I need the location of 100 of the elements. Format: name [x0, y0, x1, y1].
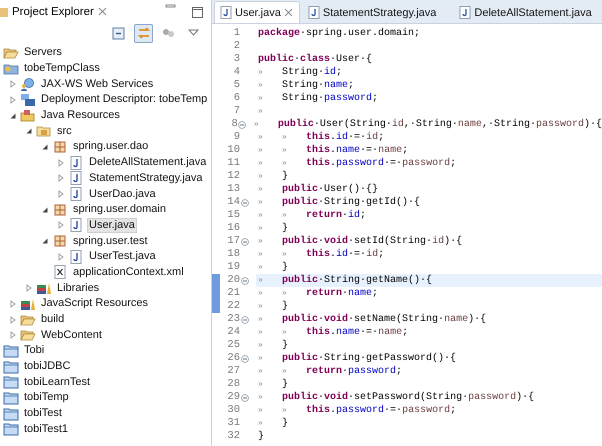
line-number: 19: [227, 261, 240, 274]
package-folder-icon: [36, 124, 52, 138]
line-number: 7: [234, 105, 240, 118]
expanded-arrow-icon[interactable]: [25, 127, 33, 136]
descriptor-icon: [20, 92, 36, 107]
tree-item[interactable]: spring.user.test: [71, 234, 150, 249]
fold-icon[interactable]: [241, 276, 249, 284]
line-number: 24: [227, 326, 240, 339]
tree-item[interactable]: WebContent: [39, 328, 104, 343]
view-title: Project Explorer: [12, 6, 94, 18]
fold-icon[interactable]: [241, 238, 249, 246]
tree-item[interactable]: src: [55, 124, 74, 139]
collapsed-arrow-icon[interactable]: [25, 284, 33, 292]
tree-item[interactable]: tobeTempClass: [22, 61, 102, 76]
collapsed-arrow-icon[interactable]: [57, 174, 65, 182]
expanded-arrow-icon[interactable]: [41, 206, 49, 214]
tree-item[interactable]: tobiTest: [22, 406, 64, 422]
code-line: » }: [257, 417, 290, 430]
editor-tab[interactable]: StatementStrategy.java: [302, 1, 444, 23]
line-number: 1: [234, 27, 240, 40]
filter-dots-icon: [162, 26, 175, 40]
tree-item[interactable]: tobiLearnTest: [22, 374, 92, 390]
tree-item[interactable]: tobiJDBC: [22, 359, 72, 374]
sync-arrows-icon: [136, 26, 150, 40]
code-line: » String·password;: [257, 92, 380, 105]
tree-item[interactable]: JavaScript Resources: [39, 296, 150, 312]
close-icon[interactable]: [98, 7, 107, 16]
tree-item[interactable]: Servers: [22, 45, 64, 60]
tree-item[interactable]: tobiTest1: [22, 422, 70, 437]
collapsed-arrow-icon[interactable]: [57, 190, 65, 198]
expanded-arrow-icon[interactable]: [41, 142, 49, 151]
java-file-icon: [68, 250, 84, 264]
tree-item[interactable]: Java Resources: [39, 108, 122, 124]
code-line: » public·void·setPassword(String·password)·{: [257, 391, 536, 404]
line-number: 17: [227, 235, 240, 248]
line-number: 32: [227, 430, 240, 443]
java-file-icon: [220, 6, 232, 19]
tree-item[interactable]: UserTest.java: [87, 249, 158, 264]
code-line: » public·void·setId(String·id)·{: [257, 235, 464, 248]
fold-icon[interactable]: [241, 316, 249, 324]
tree-item[interactable]: spring.user.dao: [71, 139, 150, 154]
fold-icon[interactable]: [241, 354, 249, 362]
java-file-icon: [68, 187, 84, 202]
line-number: 5: [234, 79, 240, 92]
tree-item[interactable]: StatementStrategy.java: [87, 170, 205, 186]
java-file-icon: [308, 6, 320, 19]
project-folder-icon: [3, 62, 19, 76]
line-number: 13: [227, 183, 240, 196]
toolbar-button[interactable]: [134, 24, 153, 42]
tree-item[interactable]: User.java: [87, 218, 137, 233]
line-number: 31: [227, 417, 240, 430]
line-number: 23: [227, 313, 240, 326]
collapse-all-icon: [112, 26, 125, 40]
code-line: package·spring.user.domain;: [257, 27, 422, 40]
collapsed-arrow-icon[interactable]: [57, 252, 65, 261]
fold-icon[interactable]: [241, 394, 249, 402]
collapsed-arrow-icon[interactable]: [9, 96, 17, 104]
tab-label: StatementStrategy.java: [322, 6, 436, 18]
collapsed-arrow-icon[interactable]: [9, 80, 17, 88]
xml-file-icon: [52, 265, 68, 280]
tree-item[interactable]: UserDao.java: [87, 186, 158, 202]
open-folder-icon: [3, 46, 19, 60]
tree-item[interactable]: JAX-WS Web Services: [39, 76, 156, 92]
expanded-arrow-icon[interactable]: [41, 237, 49, 246]
code-line: » » this.id·=·id;: [257, 248, 386, 261]
fold-icon[interactable]: [241, 198, 249, 206]
collapsed-arrow-icon[interactable]: [9, 331, 17, 340]
folder-icon: [3, 375, 19, 390]
java-file-icon: [68, 171, 84, 186]
maximize-icon[interactable]: [192, 7, 203, 18]
tree-item[interactable]: build: [39, 312, 66, 328]
java-file-icon: [459, 6, 472, 19]
collapsed-arrow-icon[interactable]: [57, 158, 65, 167]
fold-icon[interactable]: [238, 120, 246, 128]
line-number: 27: [227, 365, 240, 378]
tree-item[interactable]: spring.user.domain: [71, 202, 168, 218]
java-file-icon: [68, 218, 84, 232]
editor-tab[interactable]: User.java: [214, 1, 300, 23]
collapsed-arrow-icon[interactable]: [9, 316, 17, 324]
close-icon[interactable]: [284, 8, 293, 17]
expanded-arrow-icon[interactable]: [9, 112, 17, 120]
folder-icon: [3, 422, 19, 436]
code-line: » String·name;: [257, 79, 356, 92]
line-number: 11: [227, 157, 240, 170]
line-number: 14: [227, 196, 240, 209]
collapsed-arrow-icon[interactable]: [57, 221, 65, 230]
tree-item[interactable]: Deployment Descriptor: tobeTemp: [39, 92, 210, 108]
tree-item[interactable]: Tobi: [22, 343, 46, 358]
tree-item[interactable]: tobiTemp: [22, 390, 71, 406]
collapsed-arrow-icon[interactable]: [9, 300, 17, 308]
code-line: » public·void·setName(String·name)·{: [257, 313, 488, 326]
line-number: 15: [227, 209, 240, 222]
line-number: 29: [227, 391, 240, 404]
tree-item[interactable]: Libraries: [55, 280, 102, 296]
code-line: » public·User()·{}: [257, 183, 380, 196]
tree-item[interactable]: applicationContext.xml: [71, 264, 186, 280]
editor-tab[interactable]: DeleteAllStatement.java: [453, 1, 599, 23]
line-number: 3: [234, 53, 240, 66]
code-line: » » this.password·=·password;: [257, 157, 458, 170]
tree-item[interactable]: DeleteAllStatement.java: [87, 155, 208, 170]
